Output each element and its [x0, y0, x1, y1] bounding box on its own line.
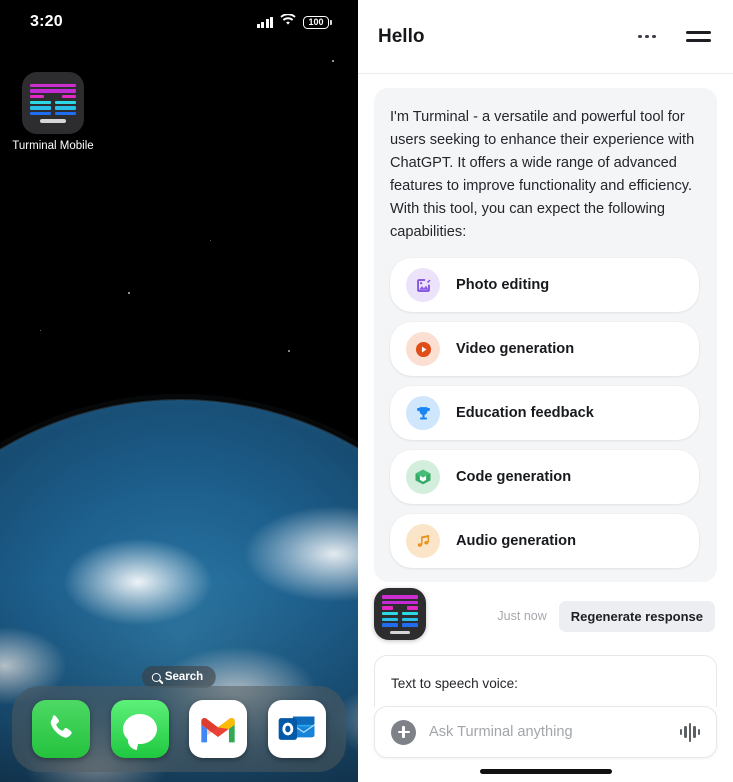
ios-dock: [12, 686, 346, 772]
message-timestamp: Just now: [497, 609, 547, 624]
capability-label: Code generation: [456, 469, 572, 486]
home-app-turminal[interactable]: Turminal Mobile: [10, 72, 96, 152]
home-search-button[interactable]: Search: [141, 666, 217, 688]
capability-label: Audio generation: [456, 533, 576, 550]
home-app-label: Turminal Mobile: [12, 140, 94, 152]
message-footer: Just now Regenerate response: [374, 588, 717, 641]
status-indicators: 100: [256, 13, 332, 31]
gmail-icon: [201, 718, 235, 743]
chat-scroll-area[interactable]: I'm Turminal - a versatile and powerful …: [358, 74, 733, 645]
dock-item-outlook[interactable]: [267, 700, 326, 758]
cube-box-icon: [406, 460, 440, 495]
composer-area: Text to speech voice:: [358, 645, 733, 782]
search-icon: [151, 672, 161, 682]
capability-list: Photo editing Video generation Education…: [390, 258, 701, 569]
battery-level: 100: [303, 15, 329, 29]
wifi-icon: [280, 13, 296, 31]
more-options-icon[interactable]: [638, 34, 656, 39]
trophy-icon: [406, 396, 440, 431]
turminal-app-pane: Hello I'm Turminal - a versatile and pow…: [358, 0, 733, 782]
app-header: Hello: [358, 0, 733, 74]
play-circle-icon: [406, 332, 440, 367]
header-actions: [638, 31, 711, 42]
outlook-icon: [278, 716, 315, 740]
text-to-speech-panel[interactable]: Text to speech voice:: [374, 655, 717, 707]
capability-label: Video generation: [456, 341, 575, 358]
page-title: Hello: [378, 25, 425, 47]
photo-edit-icon: [406, 268, 440, 303]
phone-handset-icon: [50, 715, 72, 738]
home-indicator: [479, 769, 612, 774]
turminal-app-icon[interactable]: [22, 72, 84, 134]
music-note-icon: [406, 524, 440, 559]
capability-item-audio-generation[interactable]: Audio generation: [390, 514, 699, 569]
status-time: 3:20: [30, 13, 63, 30]
battery-icon: 100: [303, 15, 332, 29]
dock-item-gmail[interactable]: [189, 700, 248, 758]
regenerate-response-button[interactable]: Regenerate response: [558, 600, 715, 632]
dock-item-messages[interactable]: [110, 700, 169, 758]
capability-item-code-generation[interactable]: Code generation: [390, 450, 699, 505]
capability-item-photo-editing[interactable]: Photo editing: [390, 258, 699, 313]
cellular-bars-icon: [256, 16, 273, 28]
capability-item-video-generation[interactable]: Video generation: [390, 322, 699, 377]
assistant-message-card: I'm Turminal - a versatile and powerful …: [374, 88, 717, 583]
text-to-speech-label: Text to speech voice:: [391, 676, 518, 691]
home-app-grid: Turminal Mobile: [0, 72, 358, 152]
message-input-bar[interactable]: [374, 706, 717, 758]
status-bar: 3:20 100: [0, 0, 358, 44]
assistant-message-text: I'm Turminal - a versatile and powerful …: [390, 109, 695, 241]
add-attachment-icon[interactable]: [391, 719, 416, 745]
dock-item-phone[interactable]: [32, 700, 91, 758]
message-bubble-icon: [122, 714, 157, 744]
capability-item-education-feedback[interactable]: Education feedback: [390, 386, 699, 441]
hamburger-menu-icon[interactable]: [686, 31, 711, 42]
message-input[interactable]: [429, 724, 668, 740]
capability-label: Education feedback: [456, 405, 594, 422]
screen-root: 3:20 100 Turminal Mobile Search Hello I'…: [0, 0, 733, 782]
iphone-home-screen: 3:20 100 Turminal Mobile Search: [0, 0, 358, 782]
capability-label: Photo editing: [456, 277, 550, 294]
voice-waveform-icon[interactable]: [680, 722, 700, 742]
turminal-bot-avatar: [374, 588, 426, 641]
search-label: Search: [164, 671, 204, 683]
